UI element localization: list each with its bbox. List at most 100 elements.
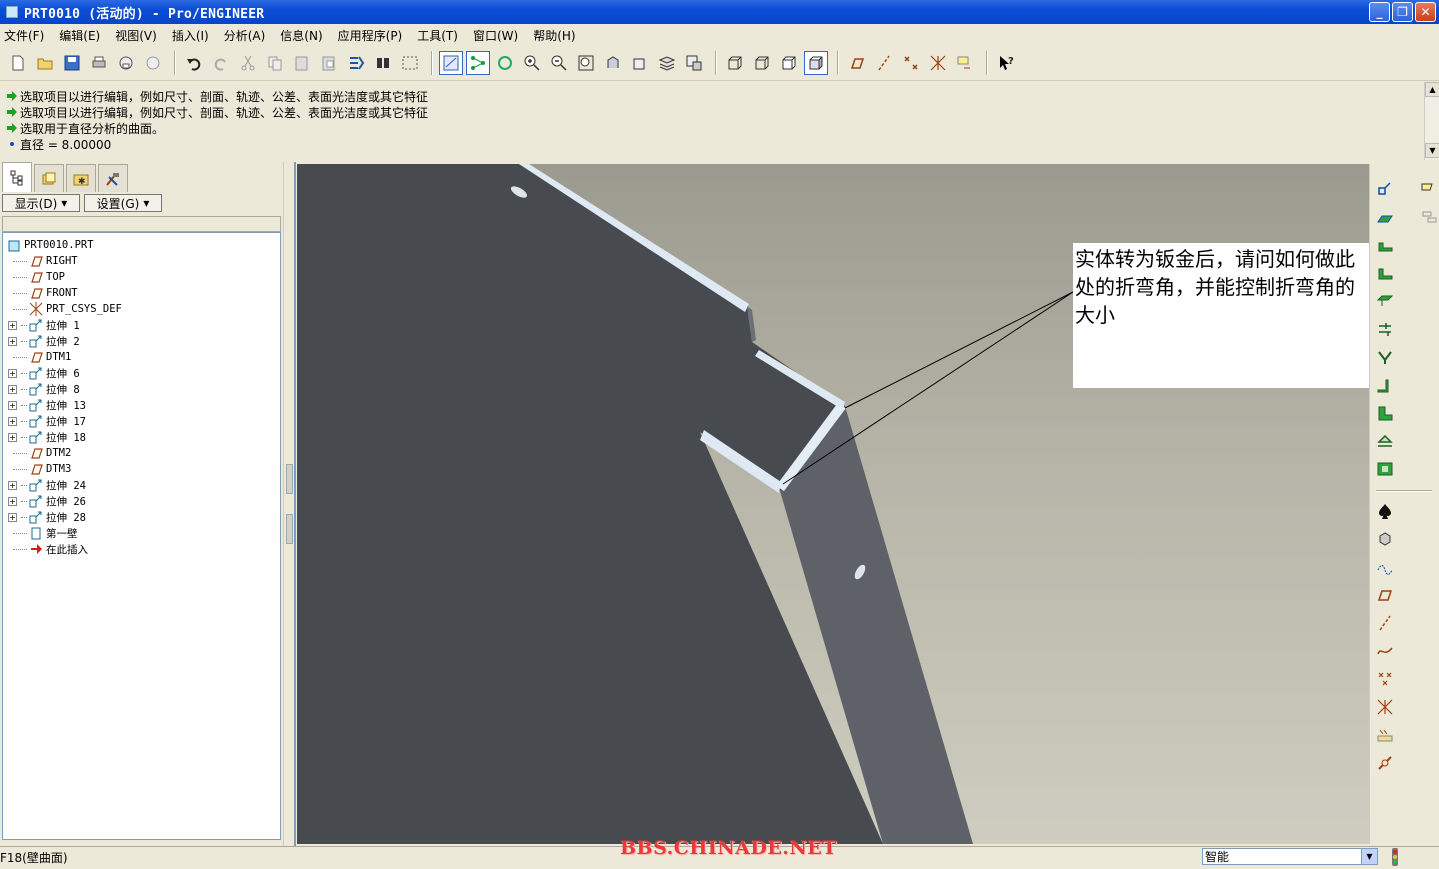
tree-item[interactable]: PRT_CSYS_DEF [3,301,280,317]
tree-item[interactable]: TOP [3,269,280,285]
settings-dropdown-button[interactable]: 设置(G) ▾ [84,194,162,212]
tree-item[interactable]: + 拉伸 6 [3,365,280,381]
maximize-button[interactable]: ❐ [1392,2,1413,22]
tree-item[interactable]: DTM2 [3,445,280,461]
tree-item[interactable]: + 拉伸 2 [3,333,280,349]
new-file-icon[interactable] [6,51,30,75]
wireframe-icon[interactable] [723,51,747,75]
csys-toggle-icon[interactable] [926,51,950,75]
refit-icon[interactable] [574,51,598,75]
expand-plus-icon[interactable]: + [8,336,17,346]
message-scrollbar[interactable]: ▲ ▼ [1424,82,1439,160]
annotation-toggle-icon[interactable] [953,51,977,75]
spin-center-icon[interactable] [466,51,490,75]
cut-icon[interactable] [236,51,260,75]
edge-bend-icon[interactable] [1374,402,1396,424]
show-dropdown-button[interactable]: 显示(D) ▾ [2,194,80,212]
wall-icon[interactable] [1374,178,1396,200]
expand-plus-icon[interactable]: + [8,416,17,426]
rip-icon[interactable] [1374,318,1396,340]
tree-item[interactable]: RIGHT [3,253,280,269]
chevron-down-icon[interactable]: ▼ [1361,849,1377,864]
menu-file[interactable]: 文件(F) [4,27,44,44]
datum-point-toggle-icon[interactable] [899,51,923,75]
twist-wall-icon[interactable] [1374,290,1396,312]
expand-plus-icon[interactable]: + [8,400,17,410]
chain-icon[interactable] [1374,752,1396,774]
scroll-down-arrow-icon[interactable]: ▼ [1425,143,1439,158]
expand-plus-icon[interactable]: + [8,384,17,394]
tree-item[interactable]: DTM1 [3,349,280,365]
datum-plane-tool-icon[interactable] [1374,584,1396,606]
datum-point-tool-icon[interactable] [1374,668,1396,690]
copy-icon[interactable] [263,51,287,75]
menu-tools[interactable]: 工具(T) [417,27,458,44]
tree-item[interactable]: + 拉伸 1 [3,317,280,333]
menu-help[interactable]: 帮助(H) [533,27,575,44]
menu-info[interactable]: 信息(N) [280,27,322,44]
datum-axis-tool-icon[interactable] [1374,612,1396,634]
save-icon[interactable] [60,51,84,75]
hidden-line-icon[interactable] [750,51,774,75]
send-mail-icon[interactable] [114,51,138,75]
reorient-icon[interactable] [601,51,625,75]
tab-favorites[interactable]: ✱ [66,164,96,192]
no-hidden-icon[interactable] [777,51,801,75]
expand-plus-icon[interactable]: + [8,512,17,522]
tree-item[interactable]: + 拉伸 18 [3,429,280,445]
context-help-icon[interactable]: ? [994,51,1018,75]
tab-connections[interactable] [98,164,128,192]
feature-copy-icon[interactable] [1418,206,1439,228]
tab-folder-browser[interactable] [34,164,64,192]
datum-axis-toggle-icon[interactable] [872,51,896,75]
menu-insert[interactable]: 插入(I) [172,27,209,44]
tree-item[interactable]: PRT0010.PRT [3,237,280,253]
open-folder-icon[interactable] [33,51,57,75]
tree-item[interactable]: 在此插入 [3,541,280,557]
extend-wall-icon[interactable] [1374,262,1396,284]
mail-attach-icon[interactable] [141,51,165,75]
redo-icon[interactable] [209,51,233,75]
traffic-light-icon[interactable] [1388,848,1402,866]
expand-plus-icon[interactable]: + [8,432,17,442]
datum-curve-tool-icon[interactable] [1374,640,1396,662]
tree-item[interactable]: + 拉伸 8 [3,381,280,397]
menu-applications[interactable]: 应用程序(P) [338,27,403,44]
tree-item[interactable]: + 拉伸 26 [3,493,280,509]
tab-model-tree[interactable] [2,162,32,192]
collapse-grip[interactable] [286,514,293,544]
expand-plus-icon[interactable]: + [8,368,17,378]
menu-analysis[interactable]: 分析(A) [224,27,266,44]
tree-item[interactable]: + 拉伸 13 [3,397,280,413]
expand-plus-icon[interactable]: + [8,320,17,330]
layers-icon[interactable] [655,51,679,75]
flat-wall-icon[interactable] [1374,206,1396,228]
tree-item[interactable]: + 拉伸 28 [3,509,280,525]
shading-icon[interactable] [804,51,828,75]
menu-edit[interactable]: 编辑(E) [59,27,100,44]
scroll-up-arrow-icon[interactable]: ▲ [1425,82,1439,97]
regenerate-icon[interactable] [344,51,368,75]
datum-plane-toggle-icon[interactable] [845,51,869,75]
tree-item[interactable]: + 拉伸 24 [3,477,280,493]
bend-icon[interactable] [1374,374,1396,396]
paste-icon[interactable] [290,51,314,75]
zoom-out-icon[interactable] [547,51,571,75]
merge-wall-icon[interactable] [1374,346,1396,368]
tree-item[interactable]: + 拉伸 17 [3,413,280,429]
undo-icon[interactable] [182,51,206,75]
expand-plus-icon[interactable]: + [8,480,17,490]
paste-special-icon[interactable] [317,51,341,75]
selection-filter[interactable]: 智能 ▼ [1202,848,1378,865]
tree-item[interactable]: FRONT [3,285,280,301]
saved-views-icon[interactable] [628,51,652,75]
datum-display-icon[interactable] [439,51,463,75]
print-icon[interactable] [87,51,111,75]
flange-wall-icon[interactable] [1374,234,1396,256]
flat-pattern-icon[interactable] [1374,458,1396,480]
collapse-grip[interactable] [286,464,293,494]
panel-splitter[interactable] [283,162,297,846]
analysis-feature-icon[interactable] [1374,724,1396,746]
csys-tool-icon[interactable] [1374,696,1396,718]
spade-icon[interactable] [1374,500,1396,522]
